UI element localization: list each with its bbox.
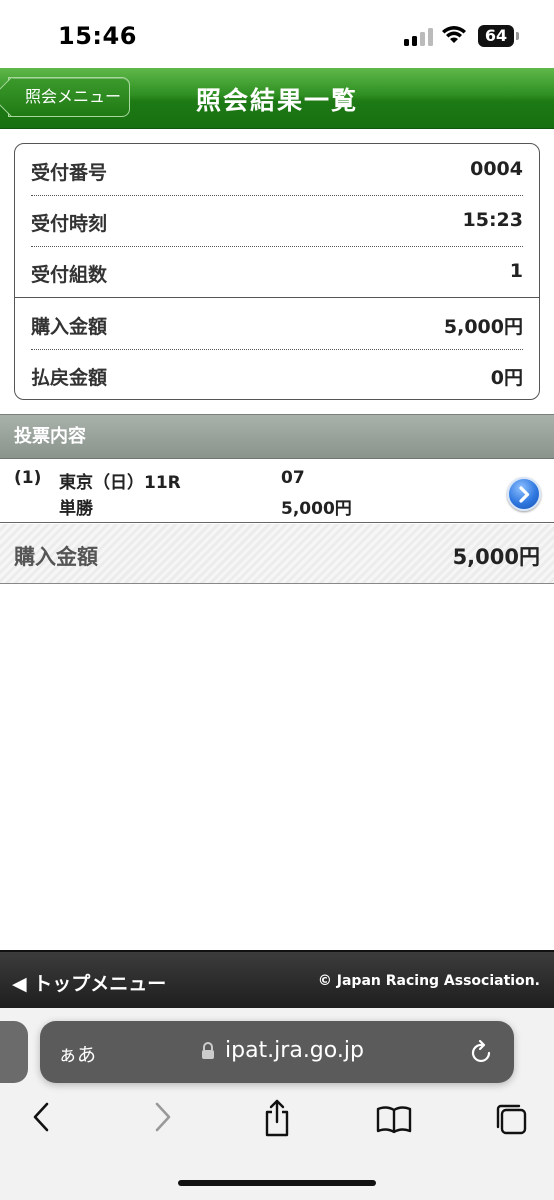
signal-icon bbox=[404, 28, 434, 46]
battery-tip bbox=[516, 32, 519, 40]
app-header: 照会メニュー 照会結果一覧 bbox=[0, 68, 554, 129]
forward-icon[interactable] bbox=[150, 1100, 174, 1134]
summary-row-payout-amount: 払戻金額 0円 bbox=[31, 349, 523, 400]
summary-value: 0円 bbox=[490, 367, 523, 389]
wifi-icon bbox=[442, 26, 466, 43]
summary-card: 受付番号 0004 受付時刻 15:23 受付組数 1 購入金額 5,000円 … bbox=[14, 143, 540, 400]
top-menu-link[interactable]: ◀ トップメニュー bbox=[12, 969, 166, 996]
bet-type: 単勝 bbox=[59, 499, 93, 519]
previous-tab-preview[interactable] bbox=[0, 1021, 28, 1083]
summary-label: 受付組数 bbox=[31, 264, 108, 286]
screen: 15:46 64 照会メニュー 照会結果一覧 受付番号 0004 受付時刻 15… bbox=[0, 0, 554, 1200]
summary-row-receipt-count: 受付組数 1 bbox=[31, 246, 523, 297]
page-title-text: 照会結果一覧 bbox=[195, 86, 358, 115]
page-title: 照会結果一覧 bbox=[0, 81, 554, 117]
status-bar: 15:46 64 bbox=[0, 0, 554, 68]
summary-label: 受付番号 bbox=[31, 162, 108, 184]
summary-value: 15:23 bbox=[462, 209, 523, 231]
summary-value: 1 bbox=[509, 260, 523, 282]
chevron-right-circle-icon[interactable] bbox=[507, 477, 541, 511]
total-row: 購入金額 5,000円 bbox=[0, 524, 554, 584]
summary-label: 購入金額 bbox=[31, 316, 108, 338]
home-indicator bbox=[178, 1180, 376, 1186]
summary-row-receipt-number: 受付番号 0004 bbox=[31, 144, 523, 195]
bet-horse-number: 07 bbox=[281, 468, 305, 488]
status-time: 15:46 bbox=[58, 22, 137, 50]
tabs-icon[interactable] bbox=[494, 1102, 528, 1136]
back-icon[interactable] bbox=[30, 1100, 54, 1134]
lock-icon bbox=[202, 1042, 214, 1059]
address-bar[interactable]: ぁあ ipat.jra.go.jp bbox=[40, 1021, 514, 1083]
copyright-text: © Japan Racing Association. bbox=[317, 973, 540, 989]
page-settings-button[interactable]: ぁあ bbox=[58, 1040, 96, 1067]
section-header-bet-contents: 投票内容 bbox=[0, 414, 554, 459]
bet-amount: 5,000円 bbox=[281, 499, 352, 519]
total-value: 5,000円 bbox=[452, 545, 540, 569]
share-icon[interactable] bbox=[262, 1098, 292, 1138]
reload-icon[interactable] bbox=[470, 1039, 494, 1065]
summary-row-purchase-amount: 購入金額 5,000円 bbox=[31, 298, 523, 349]
summary-label: 払戻金額 bbox=[31, 367, 108, 389]
bookmarks-icon[interactable] bbox=[376, 1104, 412, 1134]
summary-row-receipt-time: 受付時刻 15:23 bbox=[31, 195, 523, 246]
summary-label: 受付時刻 bbox=[31, 213, 108, 235]
summary-value: 0004 bbox=[470, 158, 523, 180]
bet-index: (1) bbox=[14, 468, 42, 488]
battery-icon: 64 bbox=[478, 25, 514, 47]
url-text: ipat.jra.go.jp bbox=[225, 1038, 364, 1063]
total-label: 購入金額 bbox=[14, 545, 98, 569]
bet-list-item[interactable]: (1) 東京（日）11R 単勝 07 5,000円 bbox=[0, 460, 554, 523]
summary-value: 5,000円 bbox=[443, 316, 523, 338]
footer-bar: ◀ トップメニュー © Japan Racing Association. bbox=[0, 950, 554, 1008]
bet-race: 東京（日）11R bbox=[59, 473, 181, 493]
